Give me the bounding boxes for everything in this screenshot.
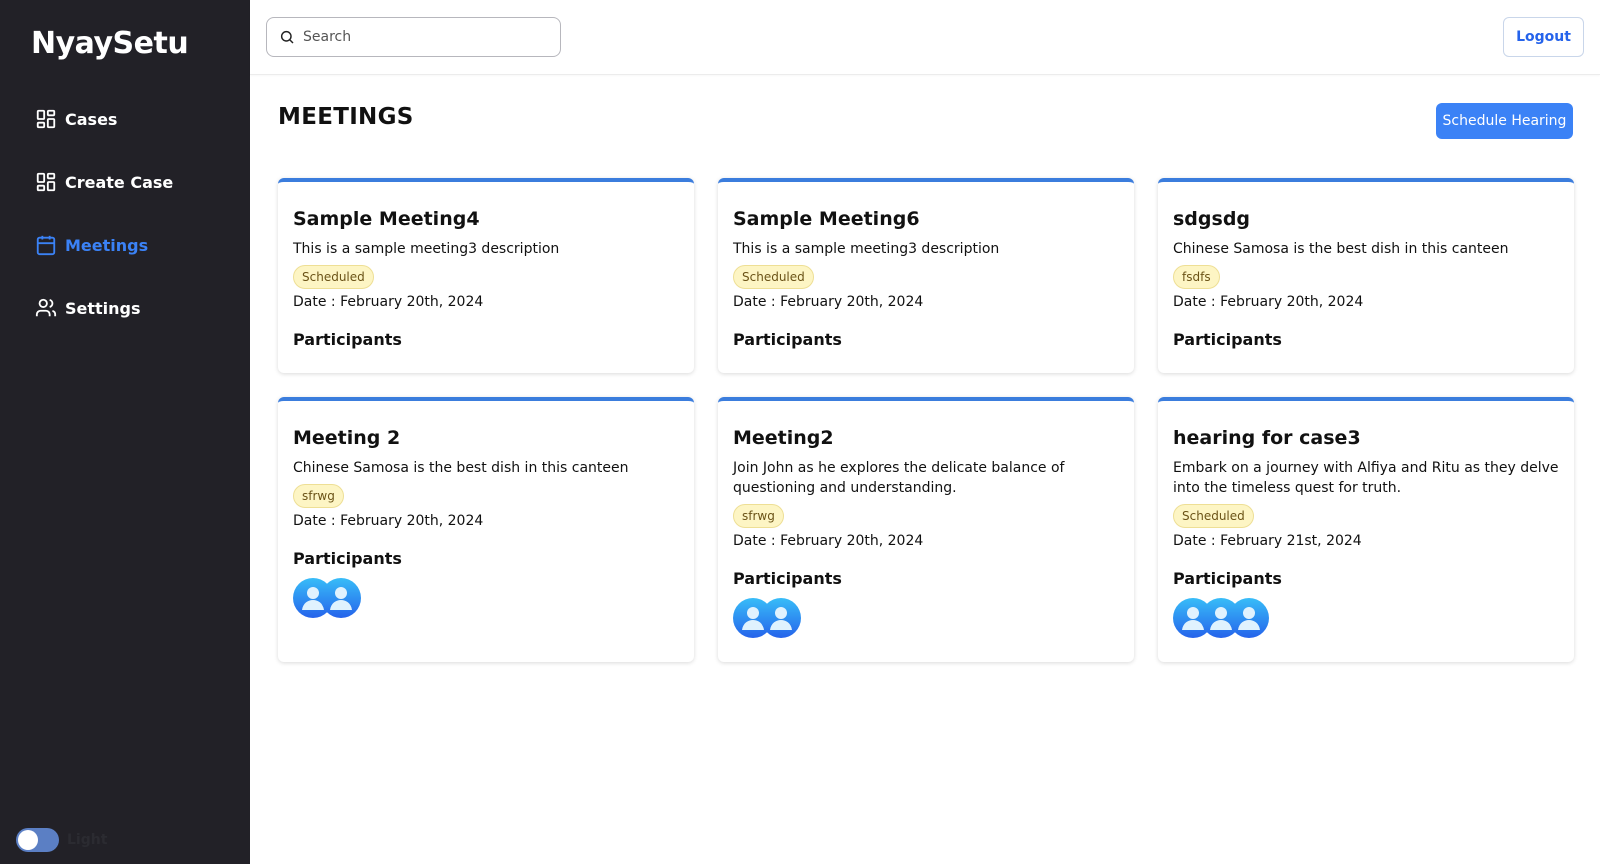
status-badge: fsdfs [1173,265,1220,289]
sidebar-item-label: Cases [65,109,118,129]
main-content: Logout MEETINGS Schedule Hearing Sample … [250,0,1600,864]
meeting-description: Chinese Samosa is the best dish in this … [293,460,629,476]
theme-switch[interactable] [16,828,59,852]
sidebar-nav: Cases Create Case Meetings Settings [35,102,173,354]
search-input[interactable] [303,29,543,45]
status-badge: sfrwg [733,504,784,528]
topbar: Logout [250,0,1600,75]
sidebar-item-label: Create Case [65,172,174,192]
status-badge: Scheduled [733,265,814,289]
participants-heading: Participants [293,549,402,568]
meeting-card[interactable]: Meeting2 Join John as he explores the de… [718,397,1134,662]
search-icon [279,29,295,45]
participants-avatars [733,598,1119,638]
participants-heading: Participants [293,330,402,349]
meeting-description: Join John as he explores the delicate ba… [733,460,1065,496]
sidebar: NyaySetu Cases Create Case Meetings Sett… [0,0,250,864]
meeting-card[interactable]: Sample Meeting6 This is a sample meeting… [718,178,1134,373]
meeting-title: sdgsdg [1173,208,1251,230]
brand-logo: NyaySetu [31,26,189,61]
sidebar-item-settings[interactable]: Settings [35,291,173,325]
participants-avatars [293,578,679,618]
meeting-title: Sample Meeting6 [733,208,920,230]
switch-knob [18,830,38,850]
users-icon [35,297,57,319]
theme-toggle: Light [16,828,107,852]
status-badge: Scheduled [1173,504,1254,528]
sidebar-item-cases[interactable]: Cases [35,102,173,136]
meeting-title: Meeting2 [733,427,834,449]
theme-toggle-label: Light [67,832,108,848]
grid-icon [35,108,57,130]
status-badge: sfrwg [293,484,344,508]
status-badge: Scheduled [293,265,374,289]
meeting-description: Chinese Samosa is the best dish in this … [1173,241,1509,257]
participants-heading: Participants [733,569,842,588]
participant-avatar[interactable] [761,598,801,638]
participant-avatar[interactable] [1229,598,1269,638]
participants-avatars [1173,598,1559,638]
meeting-title: hearing for case3 [1173,427,1361,449]
logout-button[interactable]: Logout [1503,17,1584,57]
meetings-grid: Sample Meeting4 This is a sample meeting… [278,178,1574,662]
participant-avatar[interactable] [321,578,361,618]
page-title: MEETINGS [278,104,414,130]
calendar-icon [35,234,57,256]
meeting-description: This is a sample meeting3 description [733,241,1000,257]
meeting-date: Date : February 20th, 2024 [1173,294,1364,310]
meeting-card[interactable]: hearing for case3 Embark on a journey wi… [1158,397,1574,662]
meeting-title: Sample Meeting4 [293,208,480,230]
participants-heading: Participants [1173,569,1282,588]
meeting-card[interactable]: Meeting 2 Chinese Samosa is the best dis… [278,397,694,662]
meeting-description: This is a sample meeting3 description [293,241,560,257]
meeting-card[interactable]: sdgsdg Chinese Samosa is the best dish i… [1158,178,1574,373]
sidebar-item-meetings[interactable]: Meetings [35,228,173,262]
app: NyaySetu Cases Create Case Meetings Sett… [0,0,1600,864]
sidebar-item-label: Settings [65,298,141,318]
search-box[interactable] [266,17,561,57]
meeting-card[interactable]: Sample Meeting4 This is a sample meeting… [278,178,694,373]
sidebar-item-label: Meetings [65,235,149,255]
participants-heading: Participants [733,330,842,349]
sidebar-item-create-case[interactable]: Create Case [35,165,173,199]
meeting-date: Date : February 20th, 2024 [733,533,924,549]
meeting-date: Date : February 20th, 2024 [293,294,484,310]
grid-icon [35,171,57,193]
meeting-date: Date : February 20th, 2024 [293,513,484,529]
meeting-title: Meeting 2 [293,427,401,449]
participants-heading: Participants [1173,330,1282,349]
meeting-date: Date : February 21st, 2024 [1173,533,1362,549]
schedule-hearing-button[interactable]: Schedule Hearing [1436,103,1573,139]
meeting-date: Date : February 20th, 2024 [733,294,924,310]
meeting-description: Embark on a journey with Alfiya and Ritu… [1173,460,1559,496]
